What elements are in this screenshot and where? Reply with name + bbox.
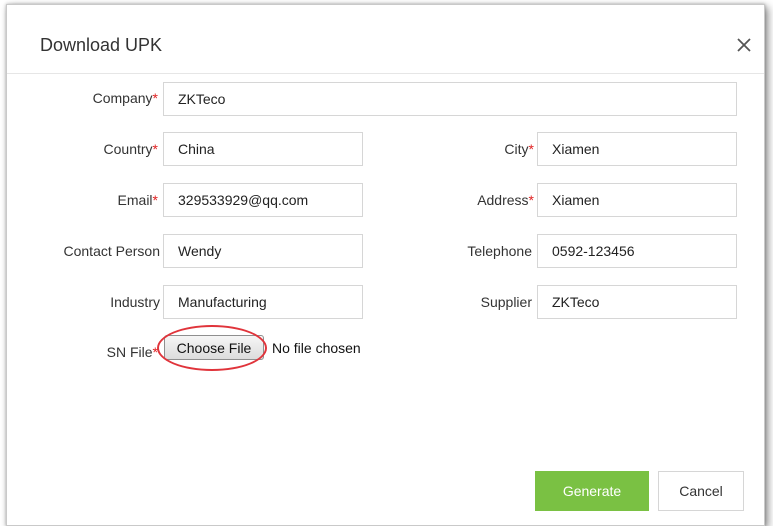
company-label: Company*: [92, 90, 158, 106]
address-label: Address*: [477, 192, 534, 208]
industry-field[interactable]: [163, 285, 363, 319]
generate-button[interactable]: Generate: [535, 471, 649, 511]
industry-label: Industry: [110, 294, 160, 310]
close-icon[interactable]: [732, 33, 756, 57]
file-status-text: No file chosen: [272, 340, 361, 356]
city-field[interactable]: [537, 132, 737, 166]
supplier-label: Supplier: [480, 294, 532, 310]
city-label: City*: [504, 141, 534, 157]
company-field[interactable]: [163, 82, 737, 116]
country-field[interactable]: [163, 132, 363, 166]
email-label: Email*: [117, 192, 158, 208]
supplier-field[interactable]: [537, 285, 737, 319]
dialog-header: Download UPK: [7, 5, 764, 74]
sn-file-label: SN File*: [106, 344, 158, 360]
choose-file-button[interactable]: Choose File: [164, 335, 264, 360]
cancel-button[interactable]: Cancel: [658, 471, 744, 511]
telephone-field[interactable]: [537, 234, 737, 268]
country-label: Country*: [103, 141, 158, 157]
dialog-title: Download UPK: [40, 35, 163, 55]
telephone-label: Telephone: [467, 243, 532, 259]
address-field[interactable]: [537, 183, 737, 217]
contact-person-label: Contact Person: [63, 243, 161, 259]
contact-person-field[interactable]: [163, 234, 363, 268]
email-field[interactable]: [163, 183, 363, 217]
